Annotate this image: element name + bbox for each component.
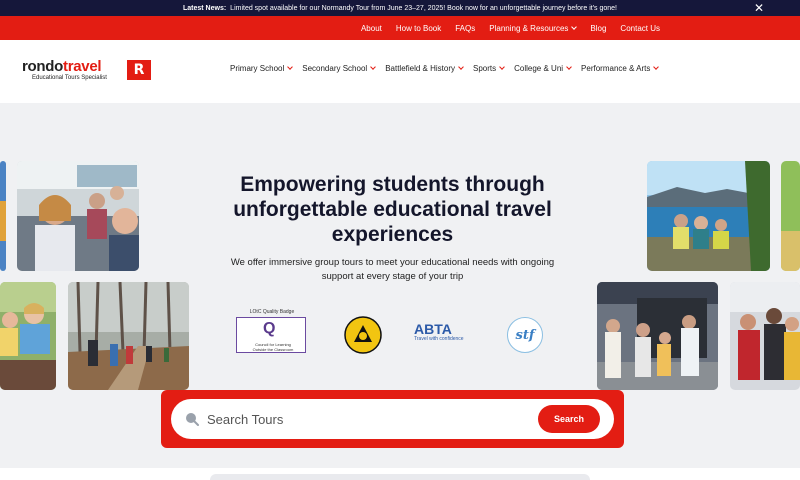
hero-photo-forest-hike — [68, 282, 189, 390]
logo-wordmark: rondotravel — [22, 58, 102, 75]
lotc-quality-badge: LOtC Quality Badge Q Council for Learnin… — [236, 309, 308, 357]
main-header: rondotravel Educational Tours Specialist… — [0, 40, 800, 103]
abta-name: ABTA — [414, 321, 452, 337]
hero-photo-children-park — [0, 282, 56, 390]
utility-link-planning-resources[interactable]: Planning & Resources — [489, 23, 578, 33]
search-panel: Search — [161, 390, 624, 448]
search-icon — [185, 412, 199, 426]
hero-subtext: We offer immersive group tours to meet y… — [230, 257, 555, 282]
logo-tagline: Educational Tours Specialist — [32, 75, 107, 81]
utility-link-label: Planning & Resources — [489, 23, 569, 33]
chevron-down-icon — [499, 63, 505, 70]
announcement-label: Latest News: — [182, 4, 227, 12]
announcement-text: Limited spot available for our Normandy … — [230, 4, 618, 12]
logo-mark-icon: R — [127, 60, 151, 80]
nav-item-college-uni[interactable]: College & Uni — [514, 63, 572, 73]
chevron-down-icon — [653, 63, 660, 70]
search-input[interactable] — [207, 409, 507, 429]
nav-item-sports[interactable]: Sports — [473, 63, 505, 73]
utility-bar: About How to Book FAQs Planning & Resour… — [0, 16, 800, 40]
utility-link-how-to-book[interactable]: How to Book — [396, 24, 441, 33]
abta-logo: ABTA Travel with confidence — [414, 322, 478, 348]
next-section-edge — [0, 468, 800, 480]
hero-heading: Empowering students through unforgettabl… — [233, 173, 552, 246]
utility-link-faqs[interactable]: FAQs — [455, 24, 475, 33]
chevron-down-icon — [287, 63, 294, 70]
lotc-q-icon: Q — [263, 320, 276, 337]
hero-photo-edge-left-top — [0, 161, 6, 271]
hero-photo-edge-right-top — [781, 161, 800, 271]
utility-link-about[interactable]: About — [361, 24, 382, 33]
hero-photo-students-group — [730, 282, 800, 390]
chevron-down-icon — [370, 63, 377, 70]
lotc-badge-caption: Council for Learning Outside the Classro… — [252, 342, 294, 352]
nav-item-performance-arts[interactable]: Performance & Arts — [581, 63, 660, 73]
abta-tagline: Travel with confidence — [414, 336, 464, 342]
main-nav: Primary School Secondary School Battlefi… — [230, 63, 660, 73]
nav-item-primary-school[interactable]: Primary School — [230, 63, 294, 73]
stf-name: stf — [515, 327, 535, 343]
chevron-down-icon — [571, 23, 578, 30]
lotc-badge-title: LOtC Quality Badge — [249, 309, 295, 315]
nav-item-battlefield-history[interactable]: Battlefield & History — [385, 63, 464, 73]
stf-logo: stf — [507, 317, 543, 353]
search-bar: Search — [171, 399, 614, 439]
chevron-down-icon — [458, 63, 464, 70]
utility-link-contact-us[interactable]: Contact Us — [620, 24, 660, 33]
search-button[interactable]: Search — [538, 405, 600, 433]
logo[interactable]: rondotravel Educational Tours Specialist… — [22, 59, 154, 85]
announcement-bar: Latest News: Limited spot available for … — [0, 0, 800, 16]
hero-photo-coach-group — [597, 282, 718, 390]
chevron-down-icon — [566, 63, 572, 70]
utility-link-blog[interactable]: Blog — [590, 24, 606, 33]
hero-photo-bus-students — [17, 161, 139, 271]
nav-item-secondary-school[interactable]: Secondary School — [302, 63, 377, 73]
close-icon[interactable]: ✕ — [754, 1, 764, 15]
hero-photo-lake-view — [647, 161, 770, 271]
utility-nav: About How to Book FAQs Planning & Resour… — [361, 16, 660, 40]
atol-badge-icon — [344, 316, 382, 354]
